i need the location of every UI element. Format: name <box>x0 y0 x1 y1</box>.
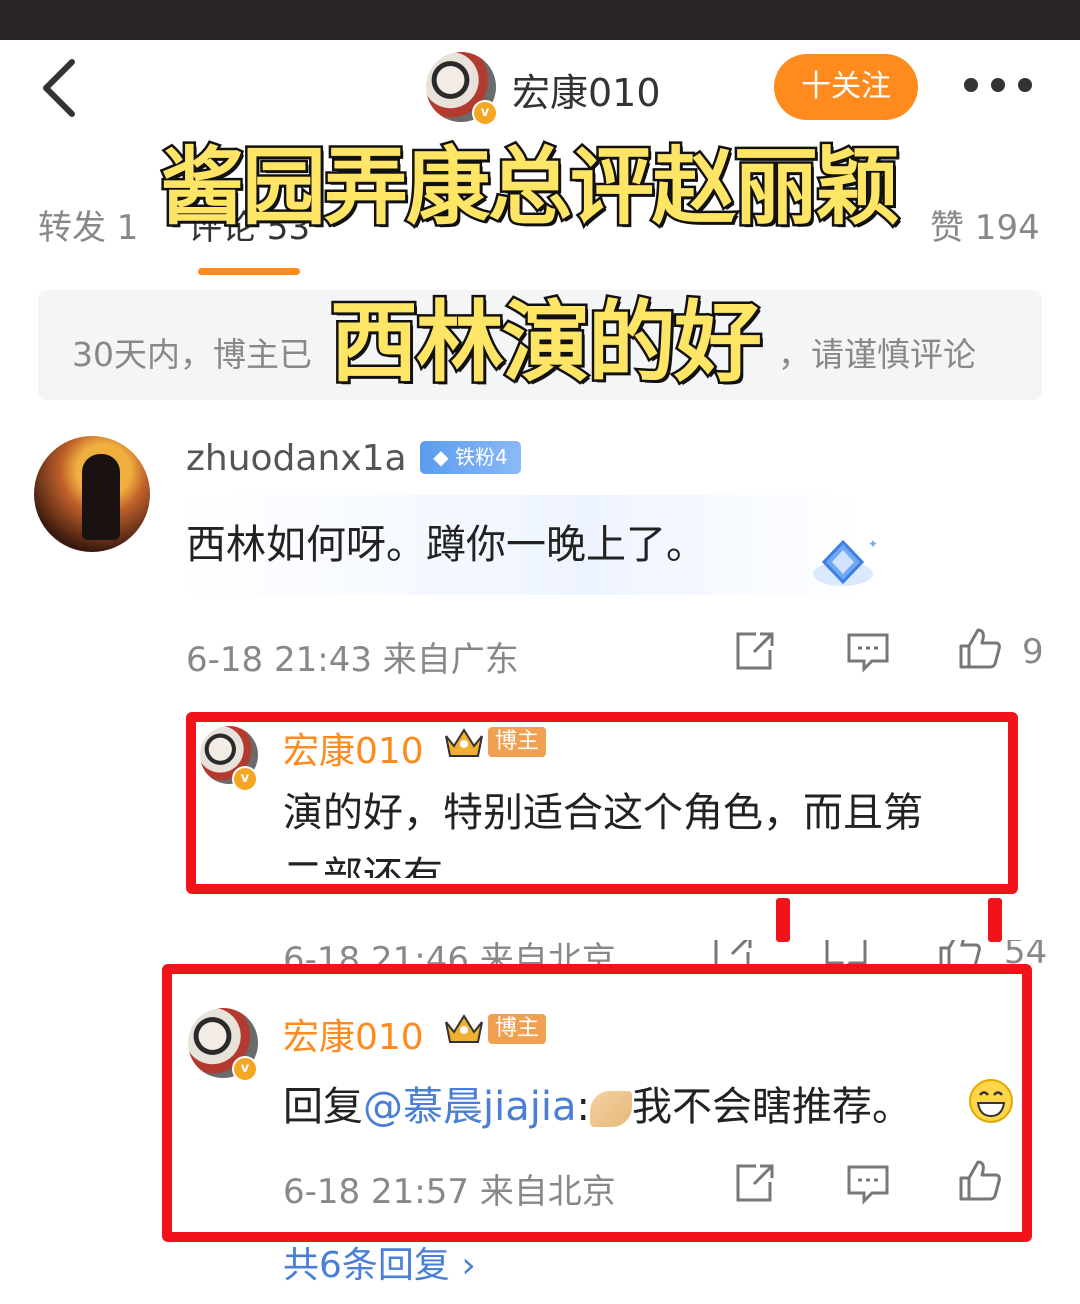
reply1-meta: 6-18 21:46 来自北京 <box>283 940 616 966</box>
reply1-like-count: 54 <box>1004 940 1046 966</box>
like-icon[interactable] <box>958 626 1002 670</box>
grin-emoji-icon <box>969 1079 1013 1123</box>
overlay-title-line1: 酱园弄康总评赵丽颖 <box>157 136 902 239</box>
follow-button[interactable]: 十关注 <box>774 54 918 120</box>
tab-repost[interactable]: 转发 1 <box>38 200 138 249</box>
reply1-like-icon[interactable] <box>938 940 982 966</box>
overlay-title-line2: 西林演的好 <box>327 289 764 397</box>
fan-badge-label: 铁粉4 <box>455 445 508 469</box>
diamond-icon: ✦ <box>813 537 878 586</box>
reply2-text: 我不会瞎推荐。 <box>631 1084 912 1130</box>
commenter-avatar[interactable] <box>34 436 150 552</box>
notice-text-left: 30天内，博主已 <box>72 335 312 374</box>
reply2-meta: 6-18 21:57 来自北京 <box>283 1172 616 1212</box>
reply2-prefix: 回复 <box>283 1084 363 1130</box>
more-replies-link[interactable]: 共6条回复 › <box>283 1236 476 1288</box>
comment-like-count: 9 <box>1022 632 1044 672</box>
highlight-tick-right <box>988 898 1002 942</box>
reply1-reply-icon[interactable] <box>824 940 868 966</box>
reply2-crown-icon <box>445 1014 483 1043</box>
svg-text:✦: ✦ <box>868 537 878 551</box>
status-bar <box>0 0 1080 40</box>
reply1-meta-clip: 6-18 21:46 来自北京 54 <box>186 940 1046 966</box>
reply1-share-icon[interactable] <box>710 940 754 966</box>
reply2-mention-link[interactable]: @慕晨jiajia <box>363 1084 576 1130</box>
fan-badge: ◆ 铁粉4 <box>420 441 521 474</box>
share-icon[interactable] <box>732 630 776 674</box>
commenter-username[interactable]: zhuodanx1a <box>186 438 407 479</box>
reply2-text-row: 回复@慕晨jiajia: 我不会瞎推荐。 <box>283 1074 912 1132</box>
reply2-colon: : <box>576 1084 590 1130</box>
tab-likes[interactable]: 赞 194 <box>930 200 1040 249</box>
highlight-box-reply1 <box>186 712 1018 894</box>
reply2-reply-icon[interactable] <box>846 1162 890 1206</box>
more-options-icon[interactable] <box>964 78 1034 94</box>
highlight-tick-left <box>776 898 790 942</box>
header-username[interactable]: 宏康010 <box>512 62 661 117</box>
reply2-share-icon[interactable] <box>732 1162 776 1206</box>
comment-text: 西林如何呀。蹲你一晚上了。 <box>186 522 706 568</box>
reply-icon[interactable] <box>846 630 890 674</box>
reply2-owner-tag: 博主 <box>488 1014 546 1044</box>
praying-hands-emoji <box>589 1091 632 1127</box>
notice-text-right: ，请谨慎评论 <box>778 335 976 374</box>
back-arrow-icon[interactable] <box>40 58 80 118</box>
comment-meta: 6-18 21:43 来自广东 <box>186 640 519 680</box>
reply2-like-icon[interactable] <box>958 1158 1002 1202</box>
reply2-verified-icon: v <box>232 1056 258 1082</box>
reply2-username[interactable]: 宏康010 <box>283 1008 424 1060</box>
active-tab-indicator <box>198 268 300 275</box>
